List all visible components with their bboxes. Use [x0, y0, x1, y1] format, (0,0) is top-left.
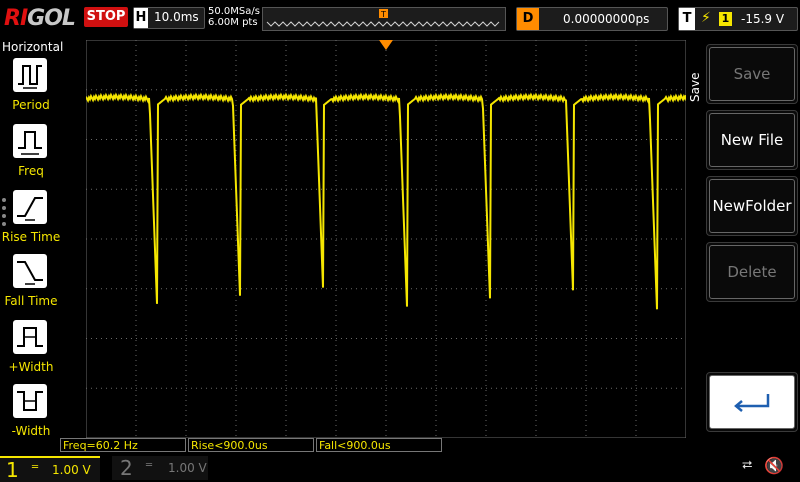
- measure-freq-button[interactable]: Freq: [0, 124, 62, 188]
- fall-time-label: Fall Time: [4, 294, 58, 308]
- memory-overview-strip: T: [262, 7, 506, 31]
- negative-width-icon: [13, 384, 47, 418]
- rise-time-icon: [13, 190, 47, 224]
- trigger-readout[interactable]: T ⚡ 1 -15.9 V: [678, 7, 798, 31]
- channel-1-readout[interactable]: 1 ═ 1.00 V: [0, 456, 100, 482]
- negative-width-label: -Width: [11, 424, 51, 438]
- measure-fall-time-button[interactable]: Fall Time: [0, 254, 62, 318]
- rising-edge-icon: ⚡: [701, 10, 711, 26]
- acquisition-info: 50.0MSa/s 6.00M pts: [208, 6, 260, 28]
- rigol-logo: RIGOL: [4, 6, 76, 31]
- speaker-muted-icon[interactable]: 🔇: [764, 456, 784, 475]
- timebase-readout[interactable]: H 10.0ms: [133, 7, 205, 29]
- trigger-level: -15.9 V: [741, 12, 785, 26]
- waveform-display[interactable]: [76, 39, 694, 439]
- period-icon: [13, 58, 47, 92]
- return-arrow-icon: [709, 375, 795, 429]
- save-button[interactable]: Save: [706, 44, 798, 104]
- trigger-key: T: [679, 8, 695, 30]
- delete-button-label: Delete: [709, 245, 795, 299]
- positive-width-label: +Width: [8, 360, 54, 374]
- delay-value: 0.00000000ps: [563, 12, 650, 26]
- rise-time-label: Rise Time: [1, 230, 61, 244]
- channel-1-scale: 1.00 V: [52, 463, 91, 477]
- new-file-button-label: New File: [709, 113, 795, 167]
- dc-coupling-icon: ═: [146, 460, 153, 471]
- sample-rate: 50.0MSa/s: [208, 6, 260, 17]
- trigger-source: 1: [719, 12, 732, 26]
- delay-key: D: [517, 8, 539, 30]
- timebase-key: H: [134, 8, 148, 28]
- channel-1-trace: [85, 92, 687, 310]
- measurement-fall-time[interactable]: Fall<900.0us: [316, 438, 442, 452]
- delete-button[interactable]: Delete: [706, 242, 798, 302]
- measure-negative-width-button[interactable]: -Width: [0, 384, 62, 448]
- trigger-position-marker: [379, 40, 393, 50]
- measure-period-button[interactable]: Period: [0, 58, 62, 122]
- run-stop-status[interactable]: STOP: [84, 7, 128, 27]
- new-folder-button[interactable]: NewFolder: [706, 176, 798, 236]
- channel-2-scale: 1.00 V: [168, 461, 207, 475]
- frequency-icon: [13, 124, 47, 158]
- return-button[interactable]: [706, 372, 798, 432]
- fall-time-icon: [13, 254, 47, 288]
- measure-positive-width-button[interactable]: +Width: [0, 320, 62, 384]
- measure-rise-time-button[interactable]: Rise Time: [0, 190, 62, 254]
- measurement-frequency[interactable]: Freq=60.2 Hz: [60, 438, 186, 452]
- memory-trigger-marker: T: [380, 10, 386, 19]
- memory-overview-waveform: T: [266, 9, 500, 27]
- positive-width-icon: [13, 320, 47, 354]
- memory-depth: 6.00M pts: [208, 17, 258, 28]
- save-button-label: Save: [709, 47, 795, 101]
- measure-menu-title: Horizontal: [2, 40, 64, 54]
- save-menu-title: Save: [688, 72, 702, 102]
- measurement-rise-time[interactable]: Rise<900.0us: [188, 438, 314, 452]
- trigger-delay-readout[interactable]: D 0.00000000ps: [516, 7, 668, 31]
- period-label: Period: [12, 98, 50, 112]
- new-folder-button-label: NewFolder: [709, 179, 795, 233]
- dc-coupling-icon: ═: [32, 462, 39, 473]
- channel-2-readout[interactable]: 2 ═ 1.00 V: [112, 456, 208, 480]
- channel-1-number: 1: [6, 458, 19, 482]
- usb-icon: ⮂: [742, 458, 753, 473]
- timebase-value: 10.0ms: [154, 10, 199, 24]
- new-file-button[interactable]: New File: [706, 110, 798, 170]
- channel-2-number: 2: [120, 456, 133, 480]
- waveform-graticule: [76, 39, 694, 439]
- freq-label: Freq: [18, 164, 44, 178]
